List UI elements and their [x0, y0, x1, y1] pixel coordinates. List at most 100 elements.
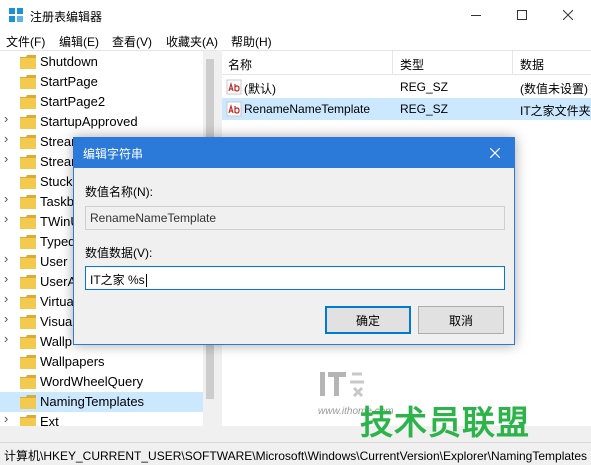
minimize-button[interactable] [453, 0, 499, 30]
folder-icon [20, 315, 36, 329]
tree-item-label: User [40, 254, 68, 269]
status-path: 计算机\HKEY_CURRENT_USER\SOFTWARE\Microsoft… [4, 449, 588, 463]
expand-chevron-icon[interactable]: › [4, 192, 14, 205]
registry-editor-window: 注册表编辑器 文件(F) 编辑(E) 查看(V) 收藏夹(A) 帮助(H) Sh… [0, 0, 591, 465]
folder-icon [20, 375, 36, 389]
expand-chevron-icon[interactable]: › [4, 152, 14, 165]
status-bar: 计算机\HKEY_CURRENT_USER\SOFTWARE\Microsoft… [0, 442, 591, 465]
menu-edit[interactable]: 编辑(E) [59, 33, 99, 50]
cell-type: REG_SZ [400, 102, 449, 116]
column-divider[interactable] [392, 51, 393, 75]
expand-chevron-icon[interactable]: › [4, 272, 14, 285]
folder-icon [20, 255, 36, 269]
expand-chevron-icon[interactable]: › [4, 412, 14, 425]
folder-icon [20, 75, 36, 89]
folder-icon [20, 95, 36, 109]
folder-icon [20, 235, 36, 249]
tree-item-label: StartupApproved [40, 114, 138, 129]
folder-icon [20, 135, 36, 149]
folder-icon [20, 115, 36, 129]
cancel-button[interactable]: 取消 [418, 306, 504, 334]
tree-item-label: StartPage [40, 74, 98, 89]
folder-icon [20, 55, 36, 69]
tree-item[interactable]: Wallpapers [0, 352, 203, 372]
close-button[interactable] [545, 0, 591, 30]
dialog-body: 数值名称(N): RenameNameTemplate 数值数据(V): IT之… [74, 168, 514, 344]
tree-item-label: Wallpapers [40, 354, 105, 369]
regedit-icon [9, 8, 23, 22]
folder-icon [20, 175, 36, 189]
folder-icon [20, 155, 36, 169]
expand-chevron-icon[interactable]: › [4, 252, 14, 265]
expand-chevron-icon[interactable]: › [4, 332, 14, 345]
dialog-close-button[interactable] [486, 144, 504, 162]
tree-item-label: Ext [40, 414, 59, 426]
tree-item[interactable]: StartPage [0, 72, 203, 92]
tree-item[interactable]: Shutdown [0, 52, 203, 72]
expand-chevron-icon[interactable]: › [4, 312, 14, 325]
menu-bar: 文件(F) 编辑(E) 查看(V) 收藏夹(A) 帮助(H) [0, 30, 591, 50]
column-header-type[interactable]: 类型 [400, 56, 424, 73]
menu-file[interactable]: 文件(F) [6, 33, 45, 50]
folder-icon [20, 355, 36, 369]
table-row[interactable]: (默认) REG_SZ (数值未设置) [222, 76, 591, 98]
tree-item-label: UserA [40, 274, 77, 289]
ok-button[interactable]: 确定 [325, 306, 411, 334]
tree-item-label: Wallp [40, 334, 73, 349]
tree-item-label: Typed [40, 234, 76, 249]
menu-help[interactable]: 帮助(H) [231, 33, 272, 50]
tree-item-label: Visua [40, 314, 73, 329]
tree-item[interactable]: NamingTemplates [0, 392, 203, 412]
cell-name: RenameNameTemplate [244, 102, 371, 116]
text-caret [145, 274, 147, 288]
reg-string-icon [226, 101, 242, 117]
value-data-input[interactable]: IT之家 %s [85, 266, 505, 290]
maximize-icon [517, 10, 527, 20]
reg-string-icon [226, 79, 242, 95]
column-divider[interactable] [512, 51, 513, 75]
value-name-field: RenameNameTemplate [85, 206, 505, 230]
value-data-text: IT之家 %s [90, 273, 145, 287]
expand-chevron-icon[interactable]: › [4, 292, 14, 305]
window-title: 注册表编辑器 [30, 10, 103, 24]
tree-item-label: StartPage2 [40, 94, 106, 109]
column-header-name[interactable]: 名称 [228, 56, 252, 73]
tree-item-label: NamingTemplates [40, 394, 145, 409]
value-name-label: 数值名称(N): [85, 185, 153, 199]
folder-icon [20, 275, 36, 289]
expand-chevron-icon[interactable]: › [4, 132, 14, 145]
tree-item[interactable]: › Ext [0, 412, 203, 426]
title-bar[interactable]: 注册表编辑器 [0, 0, 591, 30]
folder-icon [20, 215, 36, 229]
dialog-title-bar[interactable]: 编辑字符串 [74, 138, 514, 168]
tree-item[interactable]: StartPage2 [0, 92, 203, 112]
expand-chevron-icon[interactable]: › [4, 112, 14, 125]
table-row[interactable]: RenameNameTemplate REG_SZ IT之家文件夹 [222, 98, 591, 120]
cell-name: (默认) [244, 82, 276, 96]
folder-icon [20, 395, 36, 409]
column-header-data[interactable]: 数据 [520, 56, 544, 73]
close-icon [490, 148, 500, 158]
folder-icon [20, 295, 36, 309]
minimize-icon [471, 15, 481, 16]
folder-icon [20, 195, 36, 209]
cell-data: IT之家文件夹 [520, 104, 591, 118]
maximize-button[interactable] [499, 0, 545, 30]
tree-item-label: Stuck [40, 174, 73, 189]
tree-item[interactable]: WordWheelQuery [0, 372, 203, 392]
close-icon [563, 10, 573, 20]
dialog-title: 编辑字符串 [83, 147, 144, 161]
tree-item[interactable]: › StartupApproved [0, 112, 203, 132]
cell-data: (数值未设置) [520, 82, 588, 96]
tree-horizontal-scrollbar[interactable] [0, 426, 217, 442]
value-data-label: 数值数据(V): [85, 246, 153, 260]
tree-item-label: Taskb [40, 194, 74, 209]
tree-item-label: Virtua [40, 294, 74, 309]
site-watermark-name: 技术员联盟 [360, 404, 530, 441]
edit-string-dialog: 编辑字符串 数值名称(N): RenameNameTemplate 数值数据(V… [73, 137, 515, 345]
menu-view[interactable]: 查看(V) [112, 33, 152, 50]
list-header: 名称 类型 数据 [222, 51, 591, 75]
expand-chevron-icon[interactable]: › [4, 212, 14, 225]
menu-favorites[interactable]: 收藏夹(A) [166, 33, 218, 50]
cell-type: REG_SZ [400, 80, 449, 94]
